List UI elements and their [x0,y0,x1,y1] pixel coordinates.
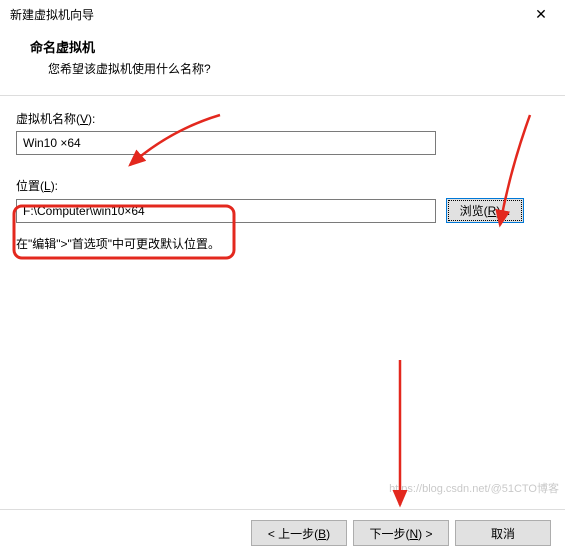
location-label: 位置(L): [16,177,549,194]
wizard-footer: < 上一步(B) 下一步(N) > 取消 [0,509,565,556]
close-icon[interactable]: ✕ [527,6,555,23]
page-subtitle: 您希望该虚拟机使用什么名称? [30,60,547,77]
cancel-button[interactable]: 取消 [455,520,551,546]
watermark-text: https://blog.csdn.net/@51CTO博客 [389,480,559,496]
browse-button[interactable]: 浏览(R)... [446,198,524,223]
vm-name-input[interactable] [16,131,436,155]
location-hint: 在"编辑">"首选项"中可更改默认位置。 [16,235,549,252]
content-area: 虚拟机名称(V): 位置(L): 浏览(R)... 在"编辑">"首选项"中可更… [0,96,565,266]
location-input[interactable] [16,199,436,223]
wizard-header: 命名虚拟机 您希望该虚拟机使用什么名称? [0,27,565,95]
next-button[interactable]: 下一步(N) > [353,520,449,546]
back-button[interactable]: < 上一步(B) [251,520,347,546]
window-title: 新建虚拟机向导 [10,6,94,23]
page-title: 命名虚拟机 [30,37,547,56]
vm-name-label: 虚拟机名称(V): [16,110,549,127]
titlebar: 新建虚拟机向导 ✕ [0,0,565,27]
